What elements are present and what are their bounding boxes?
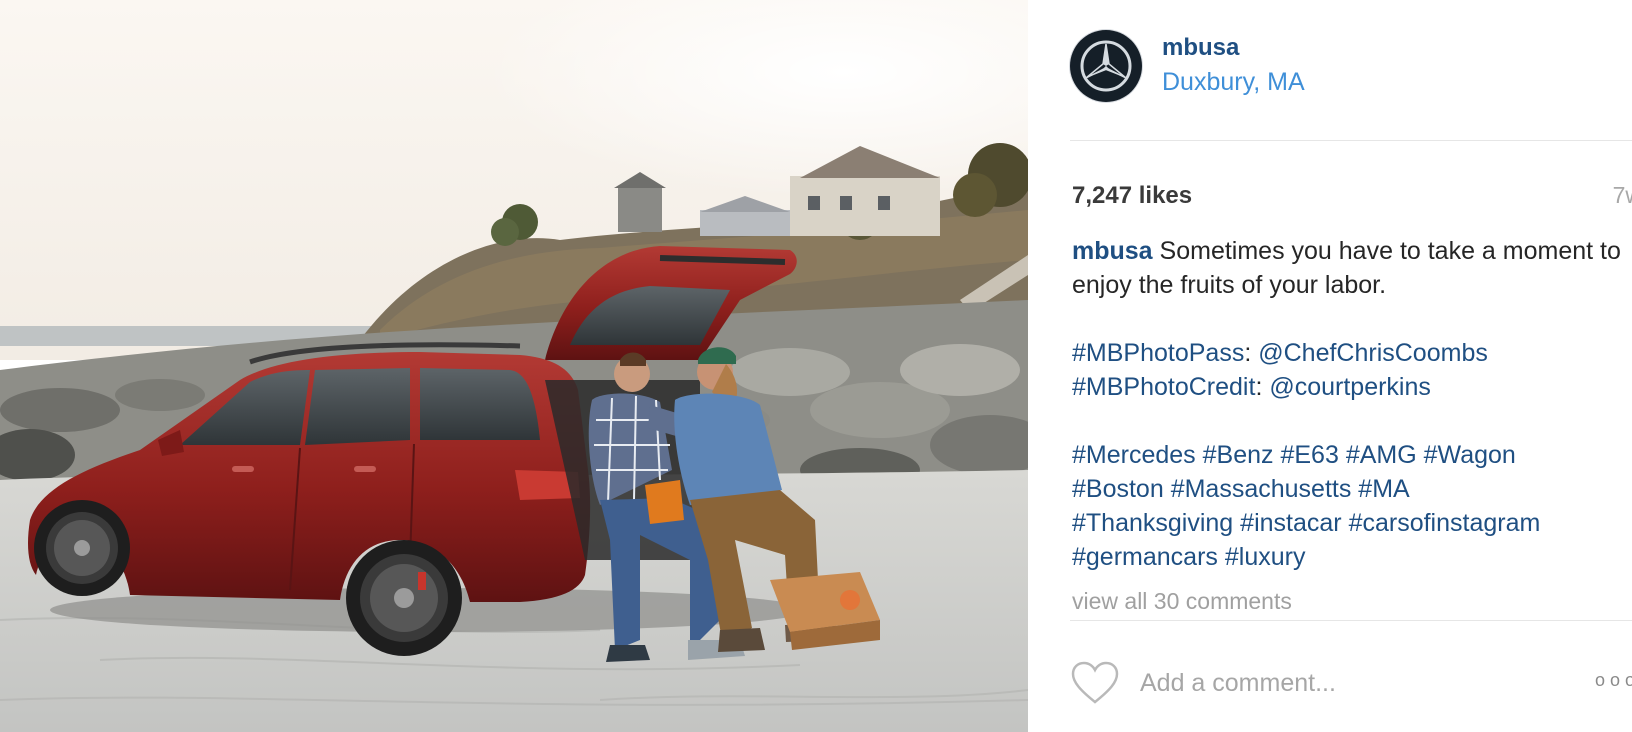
caption-hashtags: #Mercedes #Benz #E63 #AMG #Wagon #Boston … (1072, 438, 1632, 574)
hashtag-link[interactable]: #Mercedes (1072, 441, 1196, 469)
comments-divider (1070, 620, 1632, 621)
comment-input[interactable] (1140, 666, 1540, 700)
hashtag-link[interactable]: #MA (1358, 475, 1409, 503)
credit-mention[interactable]: @ChefChrisCoombs (1258, 339, 1488, 367)
post-panel: mbusa Duxbury, MA 7,247 likes 7w mbusa S… (1028, 0, 1632, 732)
likes-row: 7,247 likes 7w (1072, 182, 1632, 212)
post-photo[interactable] (0, 0, 1028, 732)
hashtag-link[interactable]: #germancars (1072, 543, 1218, 571)
heart-outline-icon (1071, 661, 1119, 704)
post-age[interactable]: 7w (1613, 182, 1632, 209)
hashtag-link[interactable]: #instacar (1240, 509, 1341, 537)
credit-separator: : (1255, 373, 1270, 401)
credit-hashtag[interactable]: #MBPhotoPass (1072, 339, 1244, 367)
post-image (0, 0, 1028, 732)
caption: mbusa Sometimes you have to take a momen… (1072, 234, 1632, 574)
username-link[interactable]: mbusa (1162, 34, 1239, 62)
hashtag-link[interactable]: #Wagon (1424, 441, 1516, 469)
location-link[interactable]: Duxbury, MA (1162, 68, 1305, 97)
credit-hashtag[interactable]: #MBPhotoCredit (1072, 373, 1255, 401)
caption-author-link[interactable]: mbusa (1072, 237, 1153, 265)
avatar[interactable] (1070, 30, 1142, 102)
mercedes-star-icon (1080, 40, 1132, 92)
view-all-comments-link[interactable]: view all 30 comments (1072, 588, 1292, 615)
caption-text: mbusa Sometimes you have to take a momen… (1072, 234, 1632, 302)
credit-mention[interactable]: @courtperkins (1269, 373, 1431, 401)
post-header: mbusa Duxbury, MA (1070, 30, 1610, 110)
header-divider (1070, 140, 1632, 141)
more-options-icon[interactable]: ooo (1595, 670, 1632, 691)
credit-separator: : (1244, 339, 1259, 367)
hashtag-link[interactable]: #Massachusetts (1171, 475, 1352, 503)
hashtag-link[interactable]: #AMG (1346, 441, 1417, 469)
hashtag-link[interactable]: #E63 (1280, 441, 1338, 469)
like-button[interactable] (1070, 660, 1120, 706)
caption-credits: #MBPhotoPass: @ChefChrisCoombs #MBPhotoCr… (1072, 336, 1632, 404)
hashtag-link[interactable]: #luxury (1225, 543, 1306, 571)
likes-count[interactable]: 7,247 likes (1072, 182, 1192, 210)
hashtag-link[interactable]: #Boston (1072, 475, 1164, 503)
hashtag-link[interactable]: #Thanksgiving (1072, 509, 1233, 537)
caption-body: Sometimes you have to take a moment to e… (1072, 237, 1621, 299)
hashtag-link[interactable]: #Benz (1203, 441, 1274, 469)
comment-bar: ooo (1070, 660, 1632, 710)
hashtag-link[interactable]: #carsofinstagram (1349, 509, 1541, 537)
